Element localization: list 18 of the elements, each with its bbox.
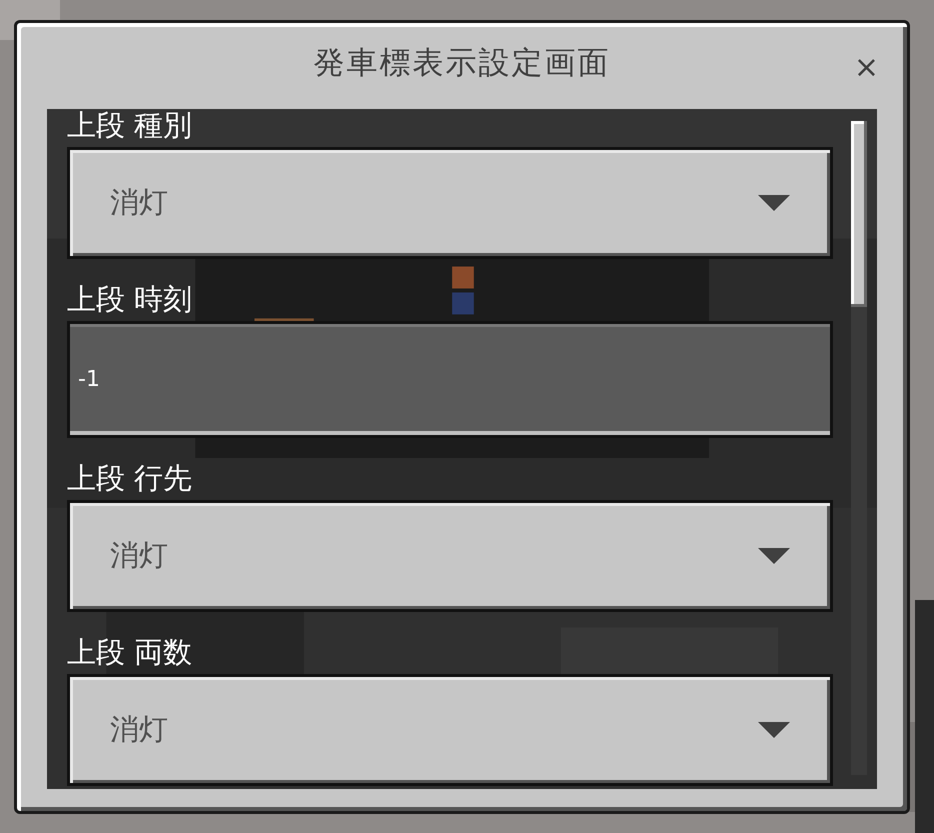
- dropdown-value: 消灯: [110, 537, 168, 574]
- field-label: 上段 両数: [67, 634, 192, 670]
- scrollbar[interactable]: [851, 121, 867, 775]
- dropdown[interactable]: 消灯: [67, 147, 833, 259]
- scrollbar-thumb[interactable]: [851, 121, 867, 307]
- close-button[interactable]: ×: [848, 53, 885, 83]
- caret-icon: [758, 195, 790, 211]
- input-field[interactable]: -1: [67, 321, 833, 438]
- dropdown-value: 消灯: [110, 711, 168, 748]
- field-label: 上段 時刻: [67, 281, 192, 317]
- field-label: 上段 行先: [67, 460, 192, 496]
- caret-icon: [758, 548, 790, 564]
- dropdown-value: 消灯: [110, 184, 168, 221]
- dropdown[interactable]: 消灯: [67, 674, 833, 786]
- field-label: 上段 種別: [67, 109, 192, 143]
- caret-icon: [758, 722, 790, 738]
- dropdown[interactable]: 消灯: [67, 500, 833, 612]
- window-title: 発車標表示設定画面: [314, 44, 610, 83]
